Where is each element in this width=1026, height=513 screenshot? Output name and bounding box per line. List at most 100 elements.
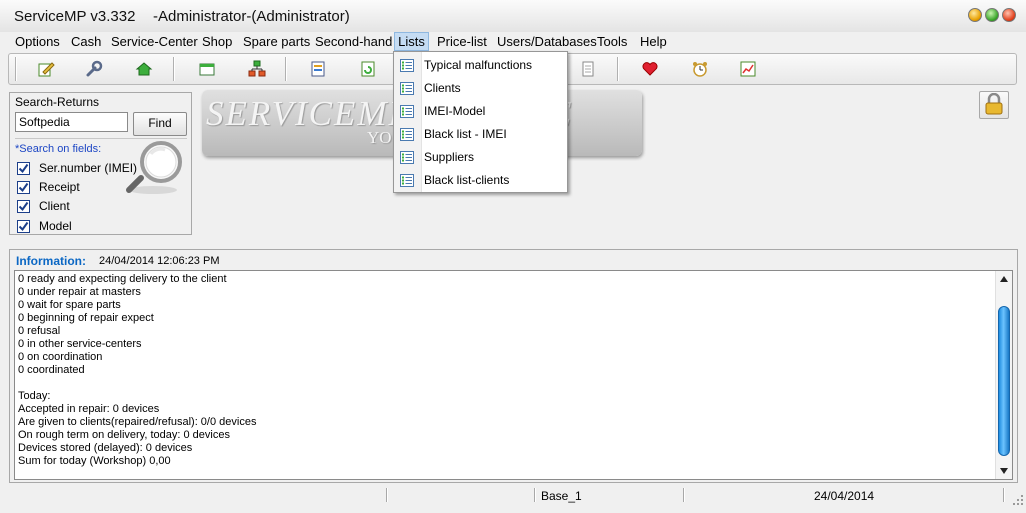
- menu-item-label: Clients: [424, 81, 461, 95]
- toolbar-separator: [285, 57, 287, 81]
- status-database: Base_1: [541, 489, 582, 503]
- menu-item-typical-malfunctions[interactable]: Typical malfunctions: [394, 54, 567, 77]
- menu-bar: Options Cash Service-Center Shop Spare p…: [0, 32, 1026, 51]
- edit-icon[interactable]: [35, 58, 57, 80]
- checkbox[interactable]: [17, 161, 30, 175]
- divider: [15, 138, 187, 139]
- field-receipt-label: Receipt: [39, 180, 80, 194]
- list-icon: [400, 128, 414, 141]
- menu-help[interactable]: Help: [640, 32, 667, 51]
- info-line: Accepted in repair: 0 devices: [18, 403, 160, 415]
- field-receipt-checkbox-row[interactable]: Receipt: [17, 180, 80, 194]
- info-line: 0 in other service-centers: [18, 338, 142, 350]
- toolbar-separator: [617, 57, 619, 81]
- search-panel: Search-Returns Find *Search on fields: S…: [9, 92, 192, 235]
- refresh-icon[interactable]: [357, 58, 379, 80]
- lock-icon: [984, 92, 1004, 118]
- list-icon: [400, 174, 414, 187]
- menu-options[interactable]: Options: [15, 32, 60, 51]
- alarm-icon[interactable]: [689, 58, 711, 80]
- search-input[interactable]: [15, 112, 128, 132]
- checkbox[interactable]: [17, 199, 30, 213]
- maximize-button[interactable]: [985, 8, 999, 22]
- information-textarea[interactable]: 0 ready and expecting delivery to the cl…: [14, 270, 1013, 480]
- information-panel: Information: 24/04/2014 12:06:23 PM 0 re…: [9, 249, 1018, 483]
- checkbox[interactable]: [17, 180, 30, 194]
- home-icon[interactable]: [133, 58, 155, 80]
- resize-grip-icon[interactable]: [1013, 494, 1023, 505]
- field-client-checkbox-row[interactable]: Client: [17, 199, 70, 213]
- menu-item-clients[interactable]: Clients: [394, 77, 567, 100]
- list-icon: [400, 82, 414, 95]
- field-serial-label: Ser.number (IMEI): [39, 161, 138, 175]
- info-line: Are given to clients(repaired/refusal): …: [18, 416, 257, 428]
- calendar-icon[interactable]: [196, 58, 218, 80]
- menu-tools[interactable]: Tools: [597, 32, 627, 51]
- status-date: 24/04/2014: [814, 489, 875, 503]
- menu-users-databases[interactable]: Users/Databases: [497, 32, 597, 51]
- menu-item-label: IMEI-Model: [424, 104, 486, 118]
- info-line: 0 refusal: [18, 325, 61, 337]
- info-line: 0 under repair at masters: [18, 286, 141, 298]
- info-line: Sum for today (Workshop) 0,00: [18, 455, 171, 467]
- menu-service-center[interactable]: Service-Center: [111, 32, 198, 51]
- close-button[interactable]: [1002, 8, 1016, 22]
- menu-cash[interactable]: Cash: [71, 32, 101, 51]
- find-button[interactable]: Find: [133, 112, 187, 136]
- status-separator: [534, 488, 536, 502]
- page-icon[interactable]: [577, 58, 599, 80]
- lock-button[interactable]: [979, 91, 1009, 119]
- lists-dropdown-menu: Typical malfunctions Clients IMEI-Model …: [393, 51, 568, 193]
- info-line: 0 beginning of repair expect: [18, 312, 154, 324]
- scroll-down-arrow-icon[interactable]: [998, 464, 1010, 478]
- magnifier-icon: [125, 140, 187, 201]
- field-client-label: Client: [39, 199, 70, 213]
- menu-item-label: Suppliers: [424, 150, 475, 164]
- status-separator: [1003, 488, 1005, 502]
- info-line: 0 ready and expecting delivery to the cl…: [18, 273, 227, 285]
- information-timestamp: 24/04/2014 12:06:23 PM: [99, 255, 220, 267]
- toolbar-separator: [173, 57, 175, 81]
- form-icon[interactable]: [307, 58, 329, 80]
- menu-item-black-list-clients[interactable]: Black list-clients: [394, 169, 567, 192]
- info-line: On rough term on delivery, today: 0 devi…: [18, 429, 230, 441]
- menu-price-list[interactable]: Price-list: [437, 32, 487, 51]
- menu-item-black-list-imei[interactable]: Black list - IMEI: [394, 123, 567, 146]
- toolbar-separator: [15, 57, 17, 81]
- checkbox[interactable]: [17, 219, 30, 233]
- chart-icon[interactable]: [737, 58, 759, 80]
- list-icon: [400, 151, 414, 164]
- field-serial-checkbox-row[interactable]: Ser.number (IMEI): [17, 161, 137, 175]
- search-fields-label: *Search on fields:: [15, 143, 102, 155]
- list-icon: [400, 59, 414, 72]
- menu-shop[interactable]: Shop: [202, 32, 232, 51]
- status-separator: [386, 488, 388, 502]
- menu-item-imei-model[interactable]: IMEI-Model: [394, 100, 567, 123]
- menu-item-label: Black list-clients: [424, 173, 510, 187]
- information-lines: 0 ready and expecting delivery to the cl…: [18, 273, 256, 468]
- info-line: 0 coordinated: [18, 364, 85, 376]
- menu-item-suppliers[interactable]: Suppliers: [394, 146, 567, 169]
- menu-lists[interactable]: Lists: [394, 32, 429, 51]
- menu-second-hand[interactable]: Second-hand: [315, 32, 392, 51]
- window-user-title: -Administrator-(Administrator): [153, 8, 350, 25]
- vertical-scrollbar[interactable]: [995, 271, 1012, 479]
- network-icon[interactable]: [246, 58, 268, 80]
- field-model-checkbox-row[interactable]: Model: [17, 219, 72, 233]
- info-line: 0 wait for spare parts: [18, 299, 121, 311]
- heart-icon[interactable]: [639, 58, 661, 80]
- menu-spare-parts[interactable]: Spare parts: [243, 32, 310, 51]
- scroll-thumb[interactable]: [998, 306, 1010, 456]
- status-bar: Base_1 24/04/2014: [0, 486, 1026, 506]
- info-line: Devices stored (delayed): 0 devices: [18, 442, 193, 454]
- info-line: Today:: [18, 390, 51, 402]
- wrench-icon[interactable]: [83, 58, 105, 80]
- banner-subtitle: YO: [367, 128, 392, 147]
- scroll-up-arrow-icon[interactable]: [998, 272, 1010, 286]
- menu-item-label: Black list - IMEI: [424, 127, 507, 141]
- app-title: ServiceMP v3.332: [14, 8, 136, 25]
- title-bar: ServiceMP v3.332 -Administrator-(Adminis…: [0, 0, 1026, 33]
- info-line: 0 on coordination: [18, 351, 103, 363]
- field-model-label: Model: [39, 219, 72, 233]
- minimize-button[interactable]: [968, 8, 982, 22]
